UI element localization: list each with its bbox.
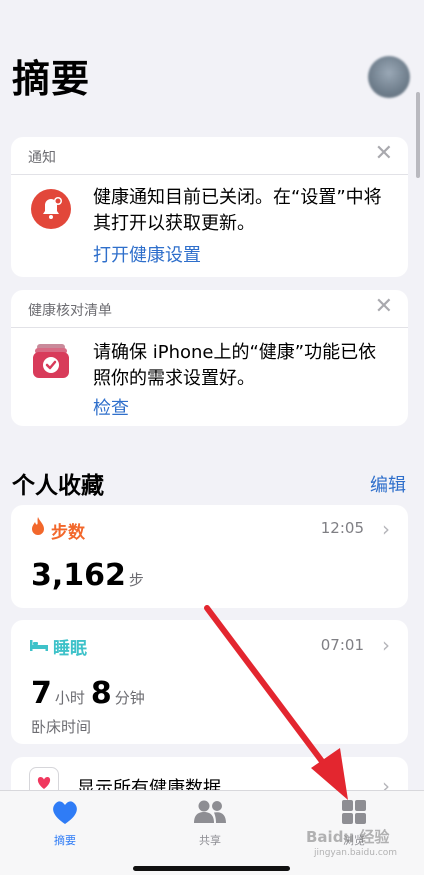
checklist-message: 请确保 iPhone上的“健康”功能已依照你的需求设置好。 — [93, 342, 377, 389]
watermark-url: jingyan.baidu.com — [314, 848, 398, 858]
page-title: 摘要 — [12, 57, 91, 101]
notification-card: 通知 ✕ 健康通知目前已关闭。在“设置”中将其打开以获取更新。 打开健康设置 — [11, 137, 408, 277]
heart-icon — [53, 801, 77, 824]
sleep-card[interactable]: 睡眠 07:01 › 7 小时 8 分钟 卧床时间 — [11, 620, 408, 744]
tab-sharing[interactable]: 共享 — [170, 799, 250, 848]
notice-message: 健康通知目前已关闭。在“设置”中将其打开以获取更新。 — [93, 187, 382, 234]
scroll-indicator[interactable] — [416, 92, 420, 178]
alert-bell-icon — [31, 189, 71, 229]
check-link[interactable]: 检查 — [93, 394, 129, 420]
sleep-caption: 卧床时间 — [31, 718, 92, 736]
open-health-settings-link[interactable]: 打开健康设置 — [93, 241, 201, 267]
tab-summary[interactable]: 摘要 — [25, 799, 105, 848]
steps-value: 3,162 步 — [31, 558, 150, 593]
sleep-value: 7 小时 8 分钟 — [31, 676, 151, 711]
card-title: 健康核对清单 — [28, 303, 112, 319]
steps-card[interactable]: 步数 12:05 › 3,162 步 — [11, 505, 408, 608]
favorites-title: 个人收藏 — [12, 473, 104, 499]
sleep-hours: 7 — [31, 676, 52, 711]
tab-label: 共享 — [199, 834, 221, 847]
checklist-card: 健康核对清单 ✕ 请确保 iPhone上的“健康”功能已依照你的需求设置好。 检… — [11, 290, 408, 426]
edit-button[interactable]: 编辑 — [370, 471, 406, 497]
close-icon[interactable]: ✕ — [375, 296, 393, 318]
card-header: 通知 ✕ — [11, 137, 408, 175]
sleep-minutes-unit: 分钟 — [114, 689, 145, 707]
people-icon — [194, 800, 226, 823]
close-icon[interactable]: ✕ — [375, 143, 393, 165]
sleep-label: 睡眠 — [53, 639, 87, 659]
steps-time: 12:05 — [320, 519, 364, 537]
steps-unit: 步 — [128, 571, 144, 589]
avatar[interactable] — [368, 56, 410, 98]
sleep-hours-unit: 小时 — [54, 689, 85, 707]
watermark: Baidu 经验 — [306, 828, 390, 846]
sleep-time: 07:01 — [320, 636, 364, 654]
chevron-right-icon: › — [382, 517, 390, 541]
checklist-icon — [33, 344, 69, 378]
sleep-minutes: 8 — [90, 676, 112, 711]
tab-label: 摘要 — [54, 834, 76, 847]
flame-icon — [31, 517, 45, 539]
home-indicator — [133, 866, 290, 871]
steps-number: 3,162 — [31, 558, 126, 593]
grid-icon — [342, 800, 366, 824]
card-header: 健康核对清单 ✕ — [11, 290, 408, 328]
chevron-right-icon: › — [382, 633, 390, 657]
bed-icon — [29, 637, 49, 656]
card-title: 通知 — [28, 150, 56, 166]
steps-label: 步数 — [51, 523, 85, 543]
